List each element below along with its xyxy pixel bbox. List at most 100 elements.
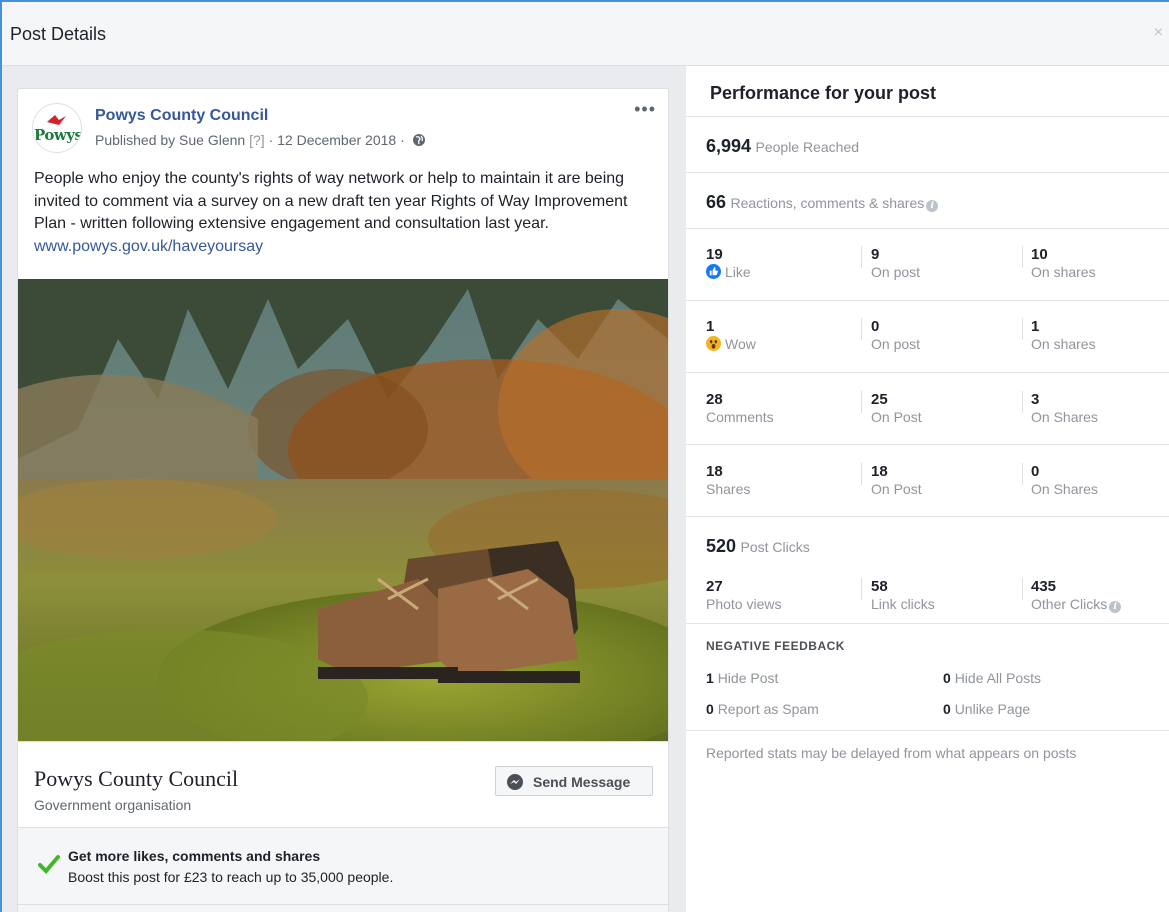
divider bbox=[861, 463, 862, 485]
wow-face-icon bbox=[706, 336, 721, 351]
boost-suggestion[interactable]: Get more likes, comments and shares Boos… bbox=[18, 827, 668, 912]
divider bbox=[1022, 318, 1023, 340]
post-preview-area: Powys Powys County Council Published by … bbox=[2, 66, 686, 912]
stat-value: 1 bbox=[706, 670, 714, 686]
footer-page-name[interactable]: Powys County Council bbox=[34, 766, 238, 792]
comments-count: 28 Comments bbox=[706, 391, 774, 426]
divider bbox=[18, 904, 668, 905]
walking-boots-photo-icon bbox=[18, 279, 668, 741]
stat-value: 25 bbox=[871, 391, 888, 408]
post-header: Powys Powys County Council Published by … bbox=[18, 89, 668, 169]
divider bbox=[861, 391, 862, 413]
avatar-logo-text: Powys bbox=[34, 126, 82, 144]
wow-count-value: 1 bbox=[706, 318, 715, 335]
close-icon[interactable]: × bbox=[1154, 24, 1163, 42]
engagement-label: Reactions, comments & shares bbox=[730, 195, 925, 211]
stat-label: Photo views bbox=[706, 596, 782, 612]
like-on-post: 9 On post bbox=[871, 246, 920, 281]
messenger-icon bbox=[507, 774, 523, 790]
divider bbox=[861, 578, 862, 600]
stat-value: 0 bbox=[871, 318, 880, 335]
post-link[interactable]: www.powys.gov.uk/haveyoursay bbox=[34, 238, 263, 255]
send-message-label: Send Message bbox=[533, 774, 631, 790]
stat-value: 28 bbox=[706, 391, 723, 408]
comments-on-post: 25 On Post bbox=[871, 391, 922, 426]
published-by: Published by Sue Glenn bbox=[95, 132, 246, 148]
stat-label: Unlike Page bbox=[954, 701, 1031, 717]
published-line: Published by Sue Glenn [?] · 12 December… bbox=[95, 132, 426, 148]
wow-on-post: 0 On post bbox=[871, 318, 920, 353]
stat-label: On post bbox=[871, 336, 921, 352]
post-details-dialog: Post Details × Powys Powys County Counci… bbox=[0, 0, 1169, 912]
photo-views: 27 Photo views bbox=[706, 578, 781, 613]
post-clicks-label: Post Clicks bbox=[740, 539, 810, 555]
post-clicks-stat: 520 Post Clicks bbox=[706, 536, 810, 557]
stat-value: 18 bbox=[871, 463, 888, 480]
divider bbox=[686, 372, 1169, 373]
checkmark-icon bbox=[38, 855, 60, 874]
stat-value: 3 bbox=[1031, 391, 1040, 408]
divider bbox=[686, 730, 1169, 731]
stat-value: 0 bbox=[943, 670, 951, 686]
performance-title: Performance for your post bbox=[710, 83, 937, 103]
divider bbox=[1022, 391, 1023, 413]
stat-value: 0 bbox=[1031, 463, 1040, 480]
stat-value: 0 bbox=[943, 701, 951, 717]
post-message: People who enjoy the county's rights of … bbox=[34, 168, 659, 258]
page-name-link[interactable]: Powys County Council bbox=[95, 107, 268, 125]
stat-value: 58 bbox=[871, 578, 888, 595]
stat-value: 1 bbox=[1031, 318, 1040, 335]
shares-on-post: 18 On Post bbox=[871, 463, 922, 498]
dialog-titlebar: Post Details × bbox=[2, 2, 1169, 66]
wow-on-shares: 1 On shares bbox=[1031, 318, 1096, 353]
divider bbox=[1022, 578, 1023, 600]
post-body-text: People who enjoy the county's rights of … bbox=[34, 170, 628, 232]
hide-all-posts-stat: 0 Hide All Posts bbox=[943, 670, 1041, 686]
stat-label: Shares bbox=[706, 481, 751, 497]
comments-on-shares: 3 On Shares bbox=[1031, 391, 1098, 426]
stat-label: On Shares bbox=[1031, 481, 1098, 497]
stat-label: On shares bbox=[1031, 264, 1096, 280]
globe-icon bbox=[412, 134, 425, 146]
divider bbox=[861, 246, 862, 268]
stat-value: 10 bbox=[1031, 246, 1048, 263]
stat-label: On Post bbox=[871, 481, 922, 497]
divider bbox=[686, 172, 1169, 173]
page-avatar[interactable]: Powys bbox=[32, 103, 82, 153]
people-reached-stat: 6,994 People Reached bbox=[706, 136, 859, 157]
help-marker[interactable]: [?] bbox=[249, 132, 265, 148]
engagement-stat: 66 Reactions, comments & shares i bbox=[706, 192, 939, 213]
stat-value: 9 bbox=[871, 246, 880, 263]
send-message-button[interactable]: Send Message bbox=[495, 766, 653, 796]
stat-value: 0 bbox=[706, 701, 714, 717]
divider bbox=[686, 444, 1169, 445]
hide-post-stat: 1 Hide Post bbox=[706, 670, 778, 686]
unlike-page-stat: 0 Unlike Page bbox=[943, 701, 1030, 717]
divider bbox=[686, 623, 1169, 624]
like-count-value: 19 bbox=[706, 246, 723, 263]
link-clicks: 58 Link clicks bbox=[871, 578, 935, 613]
wow-count: 1 Wow bbox=[706, 318, 756, 353]
engagement-value: 66 bbox=[706, 192, 727, 212]
post-date[interactable]: · 12 December 2018 · bbox=[269, 132, 405, 148]
info-icon[interactable]: i bbox=[1109, 601, 1122, 613]
post-photo[interactable] bbox=[18, 279, 668, 741]
stat-label: Report as Spam bbox=[717, 701, 819, 717]
performance-panel: Performance for your post 6,994 People R… bbox=[686, 66, 1169, 912]
stat-label: On post bbox=[871, 264, 921, 280]
divider bbox=[686, 116, 1169, 117]
people-reached-label: People Reached bbox=[755, 139, 860, 155]
people-reached-value: 6,994 bbox=[706, 136, 752, 156]
like-on-shares: 10 On shares bbox=[1031, 246, 1096, 281]
info-icon[interactable]: i bbox=[926, 200, 939, 212]
more-options-icon[interactable]: ••• bbox=[634, 99, 656, 120]
like-label: Like bbox=[725, 264, 751, 280]
stat-label: Hide Post bbox=[717, 670, 779, 686]
stat-label: Other Clicks bbox=[1031, 596, 1108, 612]
stat-value: 27 bbox=[706, 578, 723, 595]
boost-title: Get more likes, comments and shares bbox=[68, 848, 321, 864]
shares-on-shares: 0 On Shares bbox=[1031, 463, 1098, 498]
like-thumb-icon bbox=[706, 264, 721, 279]
stat-label: On Shares bbox=[1031, 409, 1098, 425]
stat-value: 18 bbox=[706, 463, 723, 480]
